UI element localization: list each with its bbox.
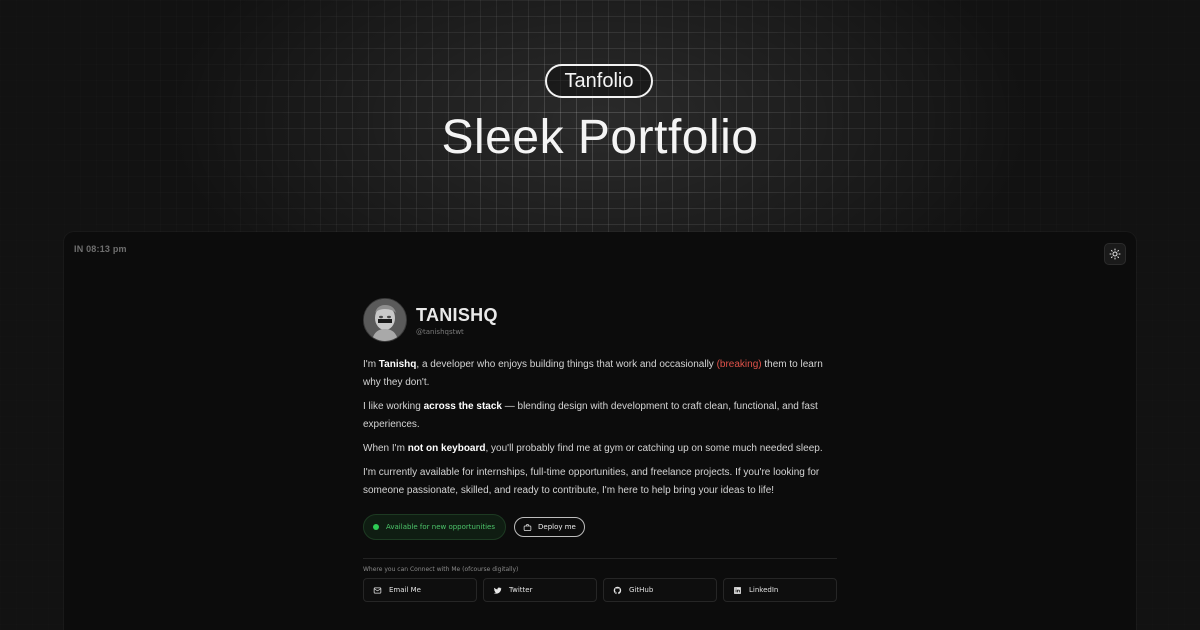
bio-name: Tanishq [378,359,417,370]
bio-emphasis: not on keyboard [407,443,486,454]
twitter-icon [493,587,502,594]
bio-paragraph-3: When I'm not on keyboard, you'll probabl… [363,443,823,454]
local-time: IN 08:13 pm [74,244,127,254]
brand-pill: Tanfolio [545,64,653,98]
deploy-me-button[interactable]: Deploy me [514,517,585,537]
theme-toggle-button[interactable] [1104,243,1126,265]
status-label: Available for new opportunities [386,523,495,531]
portfolio-preview-window: IN 08:13 pm TANISHQ @tanishqstwt I'm Tan… [64,232,1136,630]
sun-icon [1109,248,1121,260]
github-button[interactable]: GitHub [603,578,717,602]
profile-handle: @tanishqstwt [416,327,464,336]
brand-label: Tanfolio [564,69,634,92]
divider [363,558,837,559]
statue-avatar-icon [364,299,406,341]
hero-title: Sleek Portfolio [441,111,759,164]
social-links: Email Me Twitter GitHub LinkedIn [363,578,837,602]
bio-paragraph-4: I'm currently available for internships,… [363,467,820,496]
profile-header: TANISHQ @tanishqstwt [363,298,837,342]
github-icon [613,586,622,594]
avatar [363,298,407,342]
availability-status-badge: Available for new opportunities [363,514,506,540]
mail-icon [373,587,382,593]
bio-paragraph-1: I'm Tanishq, a developer who enjoys buil… [363,359,823,388]
bio: I'm Tanishq, a developer who enjoys buil… [363,356,837,500]
deploy-label: Deploy me [538,523,576,531]
connect-label: Where you can Connect with Me (ofcourse … [363,566,519,573]
og-card: Tanfolio Sleek Portfolio IN 08:13 pm TAN… [0,0,1200,630]
twitter-button[interactable]: Twitter [483,578,597,602]
linkedin-button[interactable]: LinkedIn [723,578,837,602]
profile-name: TANISHQ [416,304,498,325]
email-me-button[interactable]: Email Me [363,578,477,602]
status-dot-icon [373,524,379,530]
breaking-highlight: (breaking) [716,359,762,370]
action-row: Available for new opportunities Deploy m… [363,514,837,540]
briefcase-icon [523,523,532,531]
linkedin-icon [734,586,741,594]
profile-content: TANISHQ @tanishqstwt I'm Tanishq, a deve… [363,298,837,602]
bio-paragraph-2: I like working across the stack — blendi… [363,401,818,430]
bio-emphasis: across the stack [423,401,502,412]
